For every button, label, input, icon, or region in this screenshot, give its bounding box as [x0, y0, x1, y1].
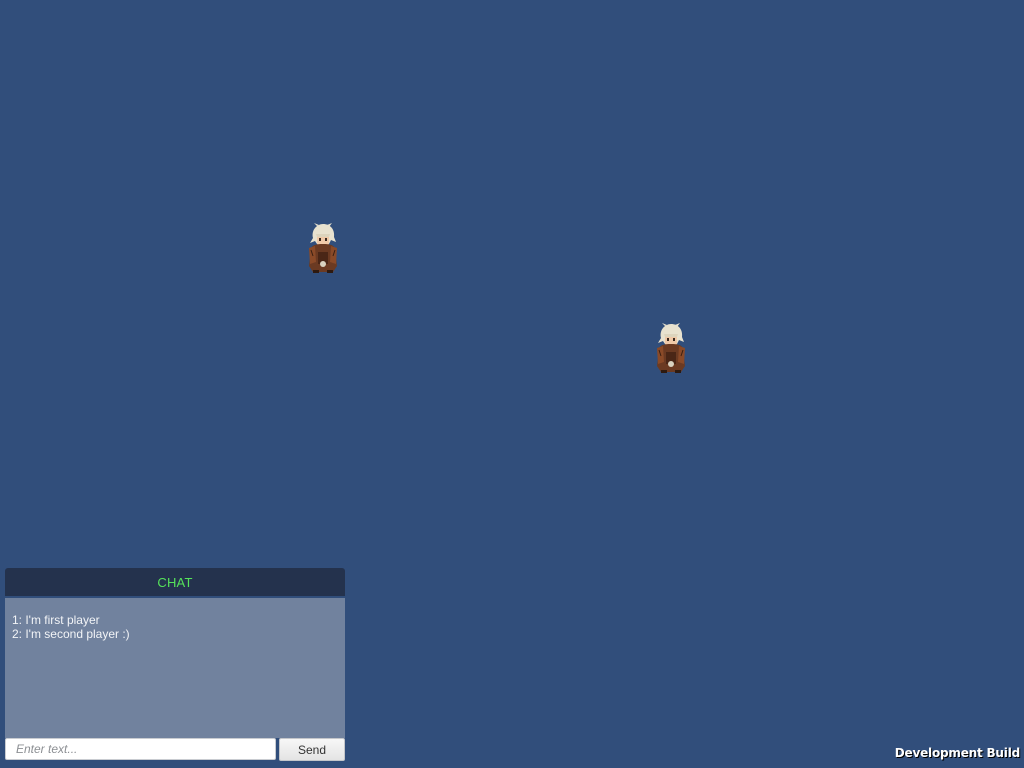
- chat-title: CHAT: [5, 568, 345, 596]
- chat-message: 2: I'm second player :): [12, 627, 130, 641]
- chat-message-log[interactable]: 1: I'm first player 2: I'm second player…: [5, 598, 345, 738]
- player-character-sprite: [653, 322, 689, 374]
- chat-text-input[interactable]: [5, 738, 276, 760]
- development-build-label: Development Build: [894, 746, 1020, 760]
- chat-message: 1: I'm first player: [12, 613, 100, 627]
- send-button[interactable]: Send: [279, 738, 345, 761]
- player-character-sprite: [305, 222, 341, 274]
- chat-panel: CHAT 1: I'm first player 2: I'm second p…: [5, 568, 345, 763]
